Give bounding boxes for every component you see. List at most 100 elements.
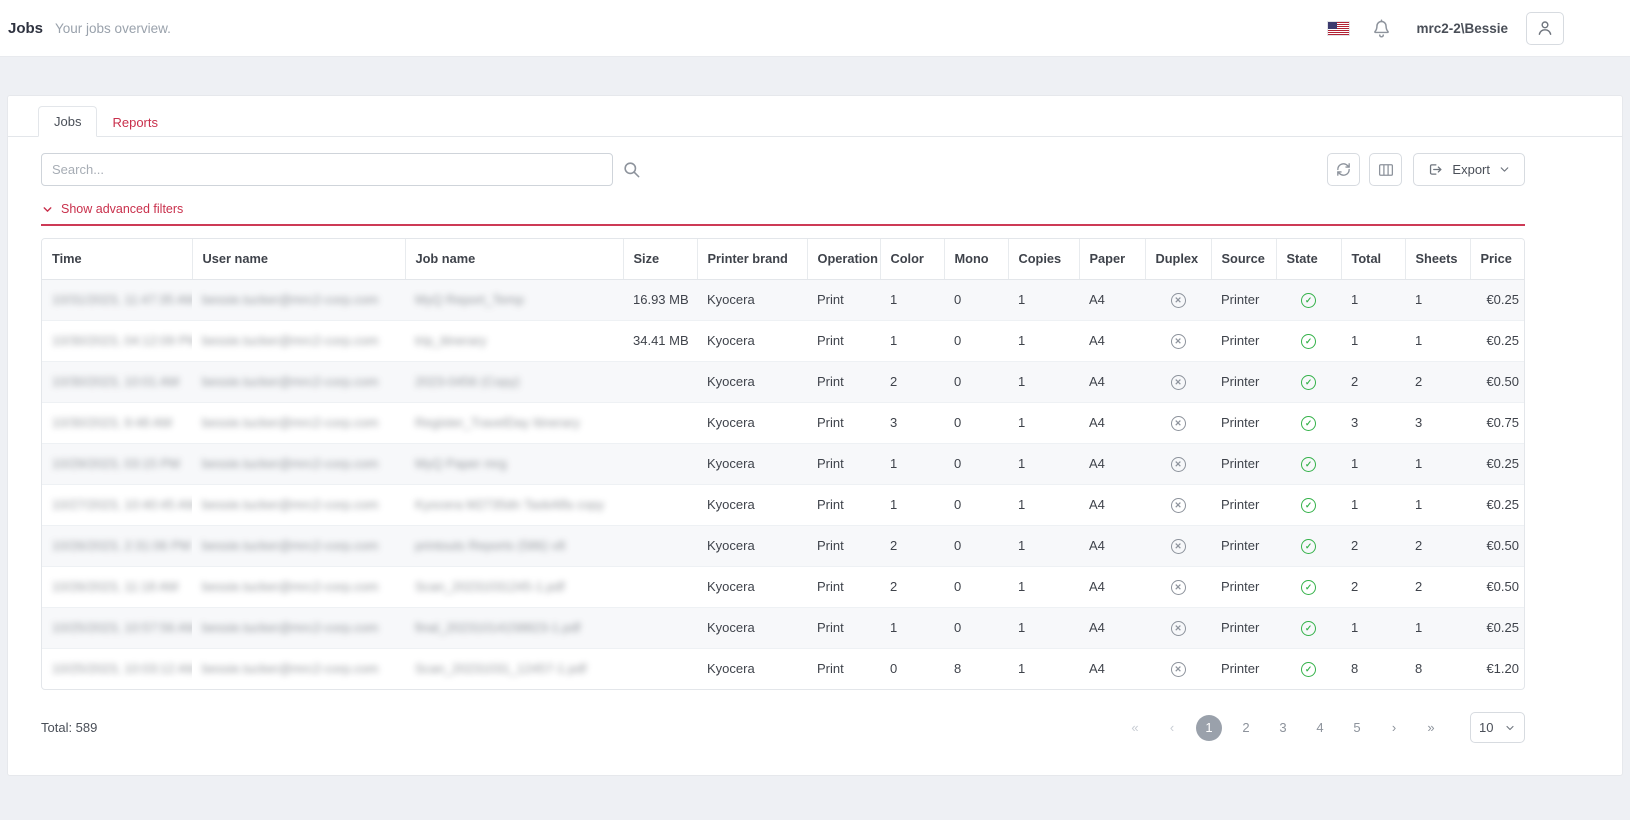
column-header-job-name[interactable]: Job name (405, 239, 623, 279)
redacted-text: bessie.tucker@mrc2-corp.com (202, 333, 378, 348)
notifications-bell-icon[interactable] (1371, 18, 1392, 39)
success-icon: ✓ (1301, 457, 1316, 472)
price-cell: €0.25 (1470, 484, 1525, 525)
mono-cell: 0 (944, 402, 1008, 443)
sheets-cell: 8 (1405, 648, 1470, 689)
column-header-operation[interactable]: Operation (807, 239, 880, 279)
redacted-text: bessie.tucker@mrc2-corp.com (202, 620, 378, 635)
paper-cell: A4 (1079, 525, 1145, 566)
redacted-text: Scan_20231031245-1.pdf (415, 579, 565, 594)
tab-reports[interactable]: Reports (97, 108, 173, 137)
column-header-time[interactable]: Time (42, 239, 192, 279)
color-cell: 1 (880, 443, 944, 484)
redacted-job-cell: printouts Reports (586) v8 (405, 525, 623, 566)
next-page-button[interactable]: › (1381, 715, 1407, 741)
total-cell: 2 (1341, 566, 1405, 607)
column-header-paper[interactable]: Paper (1079, 239, 1145, 279)
success-icon: ✓ (1301, 621, 1316, 636)
column-header-source[interactable]: Source (1211, 239, 1276, 279)
redacted-time-cell: 10/31/2023, 11:47:35 AM (42, 279, 192, 320)
column-header-price[interactable]: Price (1470, 239, 1525, 279)
redacted-text: bessie.tucker@mrc2-corp.com (202, 415, 378, 430)
toolbar: Export (41, 153, 1525, 186)
brand-cell: Kyocera (697, 607, 807, 648)
operation-cell: Print (807, 525, 880, 566)
chevron-down-icon (41, 203, 54, 216)
paper-cell: A4 (1079, 402, 1145, 443)
success-icon: ✓ (1301, 293, 1316, 308)
copies-cell: 1 (1008, 279, 1079, 320)
redacted-user-cell: bessie.tucker@mrc2-corp.com (192, 443, 405, 484)
redacted-user-cell: bessie.tucker@mrc2-corp.com (192, 484, 405, 525)
success-icon: ✓ (1301, 539, 1316, 554)
redacted-time-cell: 10/30/2023, 10:01 AM (42, 361, 192, 402)
profile-button[interactable] (1526, 12, 1564, 45)
color-cell: 1 (880, 607, 944, 648)
last-page-button[interactable]: » (1418, 715, 1444, 741)
advanced-filters-toggle[interactable]: Show advanced filters (41, 202, 1525, 226)
color-cell: 1 (880, 279, 944, 320)
table-row[interactable]: 10/30/2023, 10:01 AMbessie.tucker@mrc2-c… (42, 361, 1525, 402)
redacted-user-cell: bessie.tucker@mrc2-corp.com (192, 361, 405, 402)
column-header-sheets[interactable]: Sheets (1405, 239, 1470, 279)
page-button-4[interactable]: 4 (1307, 715, 1333, 741)
tab-jobs[interactable]: Jobs (38, 106, 97, 137)
table-row[interactable]: 10/30/2023, 9:48 AMbessie.tucker@mrc2-co… (42, 402, 1525, 443)
color-cell: 2 (880, 525, 944, 566)
table-row[interactable]: 10/29/2023, 03:15 PMbessie.tucker@mrc2-c… (42, 443, 1525, 484)
duplex-off-icon: ✕ (1171, 334, 1186, 349)
size-cell (623, 525, 697, 566)
table-row[interactable]: 10/26/2023, 11:18 AMbessie.tucker@mrc2-c… (42, 566, 1525, 607)
copies-cell: 1 (1008, 361, 1079, 402)
topbar: Jobs Your jobs overview. mrc2-2\Bessie (0, 0, 1630, 57)
columns-icon (1377, 161, 1395, 179)
columns-button[interactable] (1369, 153, 1402, 186)
export-button[interactable]: Export (1413, 153, 1525, 186)
column-header-color[interactable]: Color (880, 239, 944, 279)
redacted-time-cell: 10/27/2023, 10:40:45 AM (42, 484, 192, 525)
column-header-total[interactable]: Total (1341, 239, 1405, 279)
table-row[interactable]: 10/27/2023, 10:40:45 AMbessie.tucker@mrc… (42, 484, 1525, 525)
redacted-text: Kyocera M2735dn TaskAlfa copy (415, 497, 604, 512)
paper-cell: A4 (1079, 443, 1145, 484)
page-size-select[interactable]: 10 (1470, 712, 1525, 743)
column-header-state[interactable]: State (1276, 239, 1341, 279)
table-row[interactable]: 10/25/2023, 10:03:12 AMbessie.tucker@mrc… (42, 648, 1525, 689)
mono-cell: 0 (944, 484, 1008, 525)
language-flag-icon[interactable] (1328, 22, 1349, 35)
column-header-printer-brand[interactable]: Printer brand (697, 239, 807, 279)
column-header-duplex[interactable]: Duplex (1145, 239, 1211, 279)
color-cell: 3 (880, 402, 944, 443)
success-icon: ✓ (1301, 580, 1316, 595)
column-header-user-name[interactable]: User name (192, 239, 405, 279)
table-row[interactable]: 10/31/2023, 11:47:35 AMbessie.tucker@mrc… (42, 279, 1525, 320)
redacted-user-cell: bessie.tucker@mrc2-corp.com (192, 607, 405, 648)
page-button-3[interactable]: 3 (1270, 715, 1296, 741)
operation-cell: Print (807, 484, 880, 525)
sheets-cell: 2 (1405, 525, 1470, 566)
page-button-5[interactable]: 5 (1344, 715, 1370, 741)
operation-cell: Print (807, 566, 880, 607)
table-row[interactable]: 10/25/2023, 10:57:56 AMbessie.tucker@mrc… (42, 607, 1525, 648)
redacted-text: bessie.tucker@mrc2-corp.com (202, 456, 378, 471)
operation-cell: Print (807, 361, 880, 402)
page-button-1[interactable]: 1 (1196, 715, 1222, 741)
column-header-mono[interactable]: Mono (944, 239, 1008, 279)
operation-cell: Print (807, 443, 880, 484)
table-row[interactable]: 10/30/2023, 04:12:09 PMbessie.tucker@mrc… (42, 320, 1525, 361)
duplex-cell: ✕ (1145, 648, 1211, 689)
page-button-2[interactable]: 2 (1233, 715, 1259, 741)
refresh-button[interactable] (1327, 153, 1360, 186)
search-icon[interactable] (622, 160, 641, 179)
table-row[interactable]: 10/26/2023, 2:31:06 PMbessie.tucker@mrc2… (42, 525, 1525, 566)
column-header-size[interactable]: Size (623, 239, 697, 279)
state-cell: ✓ (1276, 443, 1341, 484)
duplex-cell: ✕ (1145, 320, 1211, 361)
brand-cell: Kyocera (697, 320, 807, 361)
total-cell: 2 (1341, 361, 1405, 402)
redacted-job-cell: final_20231014158823-1.pdf (405, 607, 623, 648)
redacted-text: bessie.tucker@mrc2-corp.com (202, 579, 378, 594)
column-header-copies[interactable]: Copies (1008, 239, 1079, 279)
search-input[interactable] (41, 153, 613, 186)
table-footer: Total: 589 «‹12345›» 10 (41, 712, 1525, 743)
